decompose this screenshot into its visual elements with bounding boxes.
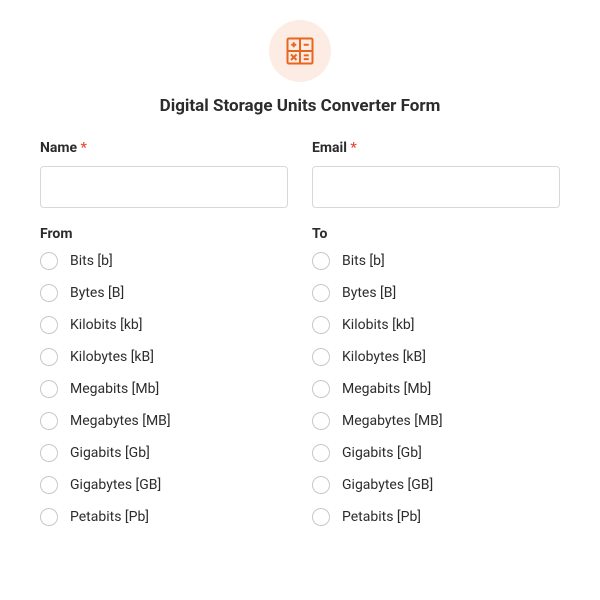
email-label-text: Email (312, 140, 347, 156)
radio-label: Kilobits [kb] (342, 317, 415, 333)
radio-label: Gigabytes [GB] (342, 477, 433, 493)
radio-icon (312, 412, 330, 430)
radio-icon (40, 412, 58, 430)
to-option[interactable]: Bytes [B] (312, 284, 560, 302)
radio-icon (312, 508, 330, 526)
radio-icon (312, 284, 330, 302)
header-icon-wrap (269, 20, 331, 82)
radio-icon (40, 380, 58, 398)
to-option[interactable]: Megabits [Mb] (312, 380, 560, 398)
name-required: * (81, 140, 87, 156)
email-label: Email * (312, 140, 560, 156)
radio-label: Megabytes [MB] (342, 413, 443, 429)
radio-label: Kilobits [kb] (70, 317, 143, 333)
radio-label: Bytes [B] (70, 285, 124, 301)
radio-icon (40, 284, 58, 302)
from-option[interactable]: Kilobytes [kB] (40, 348, 288, 366)
radio-label: Petabits [Pb] (70, 509, 149, 525)
from-option[interactable]: Kilobits [kb] (40, 316, 288, 334)
email-input[interactable] (312, 166, 560, 208)
radio-icon (312, 380, 330, 398)
radio-label: Gigabytes [GB] (70, 477, 161, 493)
to-radio-list: Bits [b] Bytes [B] Kilobits [kb] Kilobytes … (312, 252, 560, 526)
from-option[interactable]: Megabytes [MB] (40, 412, 288, 430)
to-option[interactable]: Gigabits [Gb] (312, 444, 560, 462)
radio-icon (40, 476, 58, 494)
radio-label: Gigabits [Gb] (70, 445, 150, 461)
radio-icon (312, 476, 330, 494)
radio-label: Kilobytes [kB] (70, 349, 154, 365)
from-option[interactable]: Bits [b] (40, 252, 288, 270)
email-required: * (350, 140, 356, 156)
radio-icon (40, 444, 58, 462)
from-option[interactable]: Megabits [Mb] (40, 380, 288, 398)
page-title: Digital Storage Units Converter Form (40, 96, 560, 116)
from-option[interactable]: Petabits [Pb] (40, 508, 288, 526)
radio-label: Bits [b] (342, 253, 385, 269)
radio-label: Megabytes [MB] (70, 413, 171, 429)
radio-icon (40, 348, 58, 366)
radio-label: Petabits [Pb] (342, 509, 421, 525)
radio-label: Kilobytes [kB] (342, 349, 426, 365)
from-label: From (40, 226, 288, 242)
name-label: Name * (40, 140, 288, 156)
radio-label: Gigabits [Gb] (342, 445, 422, 461)
radio-icon (40, 508, 58, 526)
radio-icon (312, 316, 330, 334)
radio-label: Bits [b] (70, 253, 113, 269)
to-label: To (312, 226, 560, 242)
from-radio-list: Bits [b] Bytes [B] Kilobits [kb] Kilobytes … (40, 252, 288, 526)
to-option[interactable]: Bits [b] (312, 252, 560, 270)
to-option[interactable]: Petabits [Pb] (312, 508, 560, 526)
radio-icon (40, 252, 58, 270)
radio-icon (312, 252, 330, 270)
radio-icon (312, 348, 330, 366)
radio-label: Megabits [Mb] (342, 381, 431, 397)
to-option[interactable]: Kilobits [kb] (312, 316, 560, 334)
to-option[interactable]: Kilobytes [kB] (312, 348, 560, 366)
radio-label: Bytes [B] (342, 285, 396, 301)
from-option[interactable]: Gigabits [Gb] (40, 444, 288, 462)
radio-icon (40, 316, 58, 334)
calculator-icon (285, 36, 315, 66)
to-option[interactable]: Megabytes [MB] (312, 412, 560, 430)
from-option[interactable]: Bytes [B] (40, 284, 288, 302)
to-option[interactable]: Gigabytes [GB] (312, 476, 560, 494)
from-option[interactable]: Gigabytes [GB] (40, 476, 288, 494)
name-input[interactable] (40, 166, 288, 208)
radio-label: Megabits [Mb] (70, 381, 159, 397)
name-label-text: Name (40, 140, 77, 156)
radio-icon (312, 444, 330, 462)
